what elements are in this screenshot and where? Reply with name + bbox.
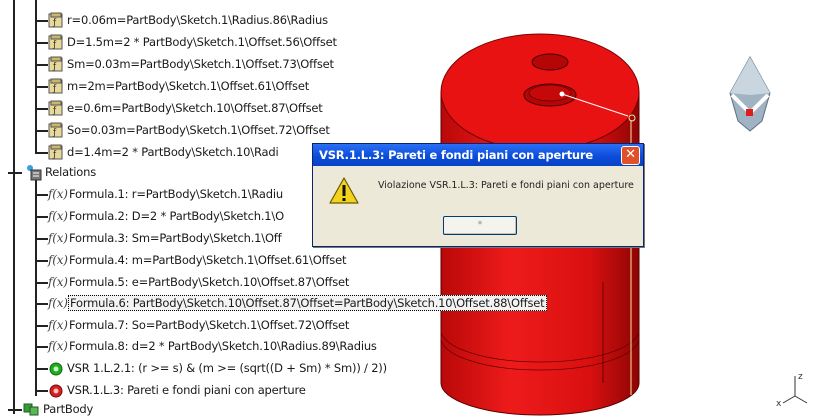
- parameter-label: m=2m=PartBody\Sketch.1\Offset.61\Offset: [67, 79, 310, 93]
- parameter-label: r=0.06m=PartBody\Sketch.1\Radius.86\Radi…: [67, 13, 328, 27]
- dialog-title: VSR.1.L.3: Pareti e fondi piani con aper…: [319, 148, 593, 162]
- formula-icon: f(x): [48, 296, 68, 310]
- formula-icon: f(x): [48, 187, 68, 201]
- formula-icon: f(x): [48, 318, 68, 332]
- close-icon: ✕: [625, 147, 636, 162]
- parameter-icon: ƒ: [48, 56, 63, 72]
- tree-branch: [36, 152, 48, 154]
- tree-branch: [36, 325, 48, 327]
- parameter-label: e=0.6m=PartBody\Sketch.10\Offset.87\Offs…: [67, 101, 323, 115]
- parameter-item[interactable]: ƒ d=1.4m=2 * PartBody\Sketch.10\Radi: [48, 142, 279, 162]
- formula-icon: f(x): [48, 231, 68, 245]
- tree-branch: [36, 20, 48, 22]
- formula-item[interactable]: f(x) Formula.6: PartBody\Sketch.10\Offset…: [48, 293, 547, 313]
- formula-label: Formula.5: e=PartBody\Sketch.10\Offset.8…: [69, 275, 350, 289]
- relations-label: Relations: [45, 165, 97, 179]
- formula-icon: f(x): [48, 339, 68, 353]
- relations-icon: [27, 165, 42, 181]
- formula-item[interactable]: f(x) Formula.8: d=2 * PartBody\Sketch.10\…: [48, 336, 378, 356]
- parameter-label: d=1.4m=2 * PartBody\Sketch.10\Radi: [67, 145, 279, 159]
- check-failed-icon: [49, 384, 63, 398]
- parameter-item[interactable]: ƒ m=2m=PartBody\Sketch.1\Offset.61\Offse…: [48, 76, 310, 96]
- tree-branch: [36, 346, 48, 348]
- parameter-item[interactable]: ƒ e=0.6m=PartBody\Sketch.10\Offset.87\Of…: [48, 98, 324, 118]
- parameter-item[interactable]: ƒ Sm=0.03m=PartBody\Sketch.1\Offset.73\O…: [48, 54, 335, 74]
- tree-branch: [36, 194, 48, 196]
- tree-branch: [36, 238, 48, 240]
- formula-label: Formula.1: r=PartBody\Sketch.1\Radiu: [69, 187, 283, 201]
- tree-branch: [36, 390, 48, 392]
- parameter-icon: ƒ: [48, 100, 63, 116]
- tree-branch: [36, 303, 48, 305]
- violation-dialog[interactable]: VSR.1.L.3: Pareti e fondi piani con aper…: [312, 143, 644, 247]
- formula-icon: f(x): [48, 275, 68, 289]
- partbody-label: PartBody: [43, 402, 94, 416]
- formula-item[interactable]: f(x) Formula.3: Sm=PartBody\Sketch.1\Off: [48, 228, 283, 248]
- formula-item[interactable]: f(x) Formula.4: m=PartBody\Sketch.1\Offse…: [48, 250, 347, 270]
- tree-branch: [8, 172, 22, 174]
- tree-branch: [36, 42, 48, 44]
- partbody-node[interactable]: PartBody: [22, 399, 94, 419]
- parameter-label: Sm=0.03m=PartBody\Sketch.1\Offset.73\Off…: [67, 57, 334, 71]
- check-label: VSR 1.L.2.1: (r >= s) & (m >= (sqrt((D +…: [67, 361, 387, 375]
- tree-branch: [8, 409, 22, 411]
- formula-label: Formula.2: D=2 * PartBody\Sketch.1\O: [69, 209, 284, 223]
- formula-icon: f(x): [48, 209, 68, 223]
- parameter-label: D=1.5m=2 * PartBody\Sketch.1\Offset.56\O…: [67, 35, 337, 49]
- check-item[interactable]: VSR.1.L.3: Pareti e fondi piani con aper…: [48, 380, 307, 400]
- close-button[interactable]: ✕: [621, 146, 640, 165]
- relations-node[interactable]: Relations: [24, 162, 97, 182]
- tree-branch: [36, 108, 48, 110]
- formula-icon: f(x): [48, 253, 68, 267]
- parameter-icon: ƒ: [48, 78, 63, 94]
- tree-line: [13, 0, 15, 414]
- tree-branch: [36, 130, 48, 132]
- parameter-icon: ƒ: [48, 34, 63, 50]
- parameter-item[interactable]: ƒ So=0.03m=PartBody\Sketch.1\Offset.72\O…: [48, 120, 331, 140]
- warning-icon: [329, 177, 359, 204]
- tree-branch: [36, 64, 48, 66]
- check-label: VSR.1.L.3: Pareti e fondi piani con aper…: [67, 383, 306, 397]
- ok-button[interactable]: *: [443, 216, 517, 235]
- parameter-icon: ƒ: [48, 12, 63, 28]
- tree-branch: [36, 216, 48, 218]
- tree-branch: [36, 260, 48, 262]
- formula-label: Formula.8: d=2 * PartBody\Sketch.10\Radi…: [69, 339, 377, 353]
- parameter-icon: ƒ: [48, 122, 63, 138]
- formula-item[interactable]: f(x) Formula.2: D=2 * PartBody\Sketch.1\O: [48, 206, 285, 226]
- dialog-titlebar[interactable]: VSR.1.L.3: Pareti e fondi piani con aper…: [313, 144, 643, 166]
- parameter-item[interactable]: ƒ r=0.06m=PartBody\Sketch.1\Radius.86\Ra…: [48, 10, 329, 30]
- parameter-label: So=0.03m=PartBody\Sketch.1\Offset.72\Off…: [67, 123, 330, 137]
- formula-item[interactable]: f(x) Formula.7: So=PartBody\Sketch.1\Offs…: [48, 315, 350, 335]
- check-item[interactable]: VSR 1.L.2.1: (r >= s) & (m >= (sqrt((D +…: [48, 358, 388, 378]
- check-ok-icon: [49, 362, 63, 376]
- formula-label: Formula.4: m=PartBody\Sketch.1\Offset.61…: [69, 253, 347, 267]
- formula-label-selected: Formula.6: PartBody\Sketch.10\Offset.87\…: [68, 295, 547, 311]
- formula-label: Formula.7: So=PartBody\Sketch.1\Offset.7…: [69, 318, 350, 332]
- tree-branch: [36, 368, 48, 370]
- parameter-item[interactable]: ƒ D=1.5m=2 * PartBody\Sketch.1\Offset.56…: [48, 32, 338, 52]
- tree-branch: [36, 282, 48, 284]
- parameter-icon: ƒ: [48, 144, 63, 160]
- formula-item[interactable]: f(x) Formula.1: r=PartBody\Sketch.1\Radiu: [48, 184, 284, 204]
- formula-item[interactable]: f(x) Formula.5: e=PartBody\Sketch.10\Offs…: [48, 272, 350, 292]
- tree-branch: [36, 86, 48, 88]
- dialog-message: Violazione VSR.1.L.3: Pareti e fondi pia…: [378, 180, 634, 191]
- partbody-icon: [23, 403, 39, 416]
- tree-line: [35, 180, 37, 396]
- formula-label: Formula.3: Sm=PartBody\Sketch.1\Off: [69, 231, 282, 245]
